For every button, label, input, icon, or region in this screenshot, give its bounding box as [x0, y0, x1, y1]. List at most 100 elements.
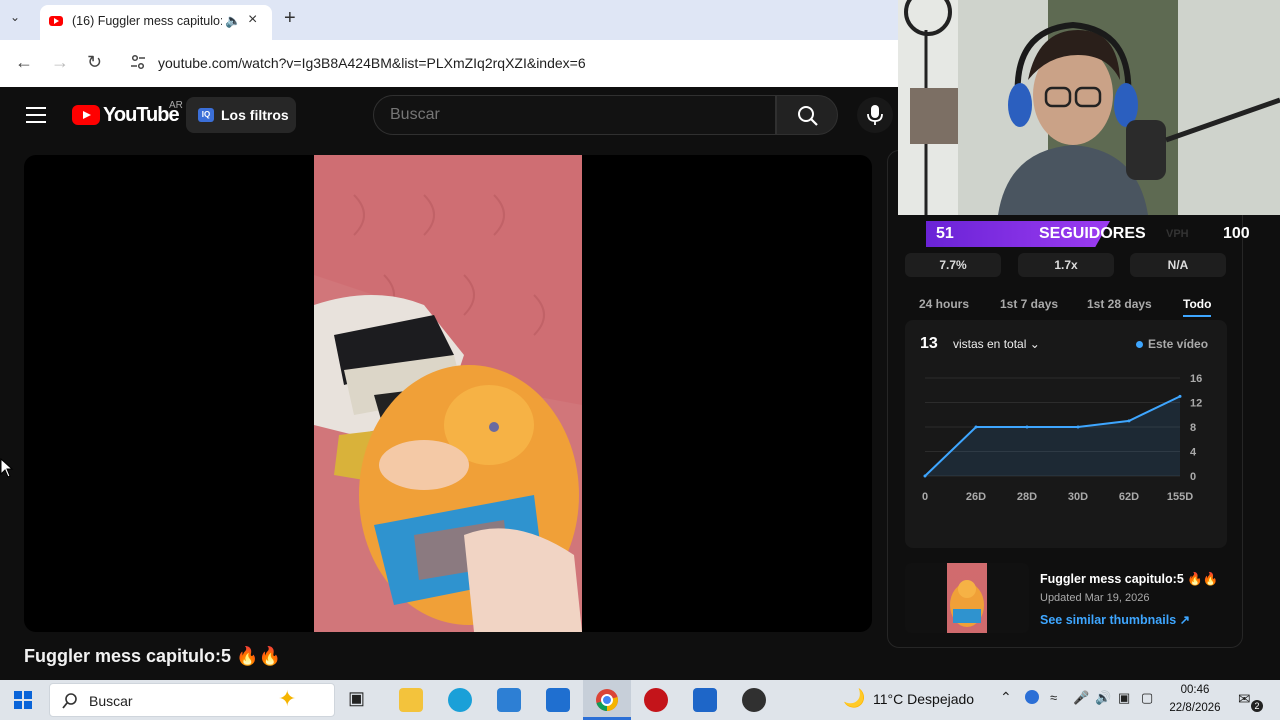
stat-pill-1: 7.7%: [905, 253, 1001, 277]
search-icon: [62, 693, 77, 709]
tab-7-days[interactable]: 1st 7 days: [1000, 297, 1058, 311]
stat-pill-2: 1.7x: [1018, 253, 1114, 277]
see-similar-thumbnails-link[interactable]: See similar thumbnails ↗: [1040, 612, 1190, 627]
tray-app-icon[interactable]: [1025, 690, 1039, 704]
tab-todo[interactable]: Todo: [1183, 297, 1212, 317]
chevron-up-icon[interactable]: ⌃: [1000, 689, 1012, 706]
chevron-down-icon: ⌄: [1029, 337, 1040, 351]
hamburger-menu-icon[interactable]: [26, 107, 46, 123]
video-still-image: [314, 155, 582, 632]
series-point: [974, 425, 978, 429]
tab-audio-speaker-icon[interactable]: 🔈: [225, 13, 241, 29]
notification-count-badge: 2: [1251, 700, 1263, 712]
clock-date[interactable]: 22/8/2026: [1163, 702, 1227, 714]
wifi-icon[interactable]: ≈: [1050, 690, 1057, 705]
taskbar-search-label: Buscar: [89, 693, 133, 709]
similar-video-updated: Updated Mar 19, 2026: [1040, 592, 1150, 604]
microphone-tray-icon[interactable]: 🎤: [1073, 690, 1089, 706]
weather-text[interactable]: 11°C Despejado: [873, 691, 974, 707]
views-metric-label: vistas en total: [953, 337, 1027, 351]
youtube-header: YouTube AR IQ Los filtros: [0, 87, 898, 144]
network-icon[interactable]: ▢: [1141, 690, 1153, 706]
views-metric-dropdown[interactable]: vistas en total ⌄: [953, 337, 1040, 351]
volume-icon[interactable]: 🔊: [1095, 690, 1111, 706]
new-tab-plus-icon[interactable]: +: [284, 7, 296, 30]
voice-search-button[interactable]: [857, 97, 893, 133]
browser-tab-active[interactable]: (16) Fuggler mess capitulo:5 🔈 ×: [40, 5, 272, 40]
youtube-logo-icon[interactable]: [72, 105, 100, 125]
task-view-icon[interactable]: ▣: [348, 688, 372, 712]
tab-search-chevron-icon[interactable]: ⌄: [10, 10, 20, 24]
followers-bar: 51 SEGUIDORES VPH 100: [926, 221, 1250, 247]
windows-taskbar: Buscar ✦ ▣ 🌙 11°C Despejado ⌃ ≈ 🎤 🔊 ▣ ▢ …: [0, 680, 1280, 720]
y-tick-label: 8: [1190, 422, 1196, 434]
chrome-taskbar-active[interactable]: [583, 680, 631, 720]
x-tick-label: 28D: [1017, 491, 1037, 503]
series-point: [1178, 394, 1182, 398]
series-area: [925, 396, 1180, 476]
tab-title: (16) Fuggler mess capitulo:5: [72, 14, 222, 28]
chart-legend: Este vídeo: [1136, 337, 1208, 351]
similar-video-row[interactable]: Fuggler mess capitulo:5 🔥🔥 Updated Mar 1…: [905, 563, 1227, 635]
vph-label: VPH: [1166, 228, 1189, 240]
views-chart-card: 13 vistas en total ⌄ Este vídeo 0 4 8 12 16 0…: [905, 320, 1227, 548]
video-player[interactable]: [24, 155, 872, 632]
x-tick-label: 0: [922, 491, 928, 503]
tab-28-days[interactable]: 1st 28 days: [1087, 297, 1152, 311]
back-arrow-icon[interactable]: ←: [15, 52, 33, 73]
file-explorer-icon[interactable]: [399, 688, 423, 712]
filters-extension-icon: IQ: [198, 108, 214, 122]
battery-icon[interactable]: ▣: [1118, 690, 1130, 706]
filters-label: Los filtros: [221, 107, 289, 123]
shield-app-icon[interactable]: [693, 688, 717, 712]
webcam-image: [898, 0, 1280, 215]
microsoft-store-icon[interactable]: [497, 688, 521, 712]
y-tick-label: 16: [1190, 373, 1202, 385]
notifications-icon[interactable]: ✉: [1238, 690, 1251, 708]
series-point: [1025, 425, 1029, 429]
webcam-overlay: [898, 0, 1280, 215]
sparkle-icon: ✦: [278, 686, 297, 711]
search-button[interactable]: [776, 95, 838, 135]
edge-browser-icon[interactable]: [448, 688, 472, 712]
taskbar-search-box[interactable]: Buscar ✦: [49, 683, 335, 717]
outlook-icon[interactable]: [546, 688, 570, 712]
series-point: [1127, 419, 1131, 423]
youtube-logo-text[interactable]: YouTube: [103, 104, 180, 127]
tab-close-icon[interactable]: ×: [248, 11, 257, 29]
weather-icon: 🌙: [843, 688, 866, 708]
y-tick-label: 0: [1190, 471, 1196, 483]
similar-video-title: Fuggler mess capitulo:5 🔥🔥: [1040, 572, 1219, 586]
x-tick-label: 30D: [1068, 491, 1088, 503]
x-tick-label: 62D: [1119, 491, 1139, 503]
y-tick-label: 12: [1190, 398, 1202, 410]
legend-label: Este vídeo: [1148, 337, 1209, 351]
y-tick-label: 4: [1190, 447, 1197, 459]
windows-start-icon[interactable]: [14, 691, 32, 709]
vph-value: 100: [1223, 225, 1250, 242]
browser-toolbar: ← → ↻ youtube.com/watch?v=Ig3B8A424BM&li…: [0, 40, 898, 87]
clock-time[interactable]: 00:46: [1168, 684, 1222, 696]
video-frame: [314, 155, 582, 632]
legend-dot-icon: [1136, 341, 1143, 348]
chrome-icon: [596, 689, 618, 711]
tab-24-hours[interactable]: 24 hours: [919, 297, 969, 311]
address-bar-url[interactable]: youtube.com/watch?v=Ig3B8A424BM&list=PLX…: [158, 55, 586, 71]
forward-arrow-icon[interactable]: →: [51, 52, 69, 73]
youtube-favicon-icon: [49, 16, 63, 26]
red-app-icon[interactable]: [644, 688, 668, 712]
followers-label: SEGUIDORES: [1039, 225, 1146, 242]
thumbnail-image: [947, 563, 987, 633]
obs-studio-icon[interactable]: [742, 688, 766, 712]
video-thumbnail[interactable]: [905, 563, 1029, 633]
stat-pill-3: N/A: [1130, 253, 1226, 277]
video-title: Fuggler mess capitulo:5 🔥🔥: [24, 646, 281, 666]
search-input[interactable]: [373, 95, 776, 135]
reload-icon[interactable]: ↻: [87, 52, 102, 73]
series-point: [923, 474, 927, 478]
microphone-icon: [867, 105, 883, 125]
x-tick-label: 26D: [966, 491, 986, 503]
site-info-tune-icon[interactable]: [130, 54, 146, 70]
filters-button[interactable]: IQ Los filtros: [186, 97, 296, 133]
followers-count: 51: [936, 225, 954, 242]
